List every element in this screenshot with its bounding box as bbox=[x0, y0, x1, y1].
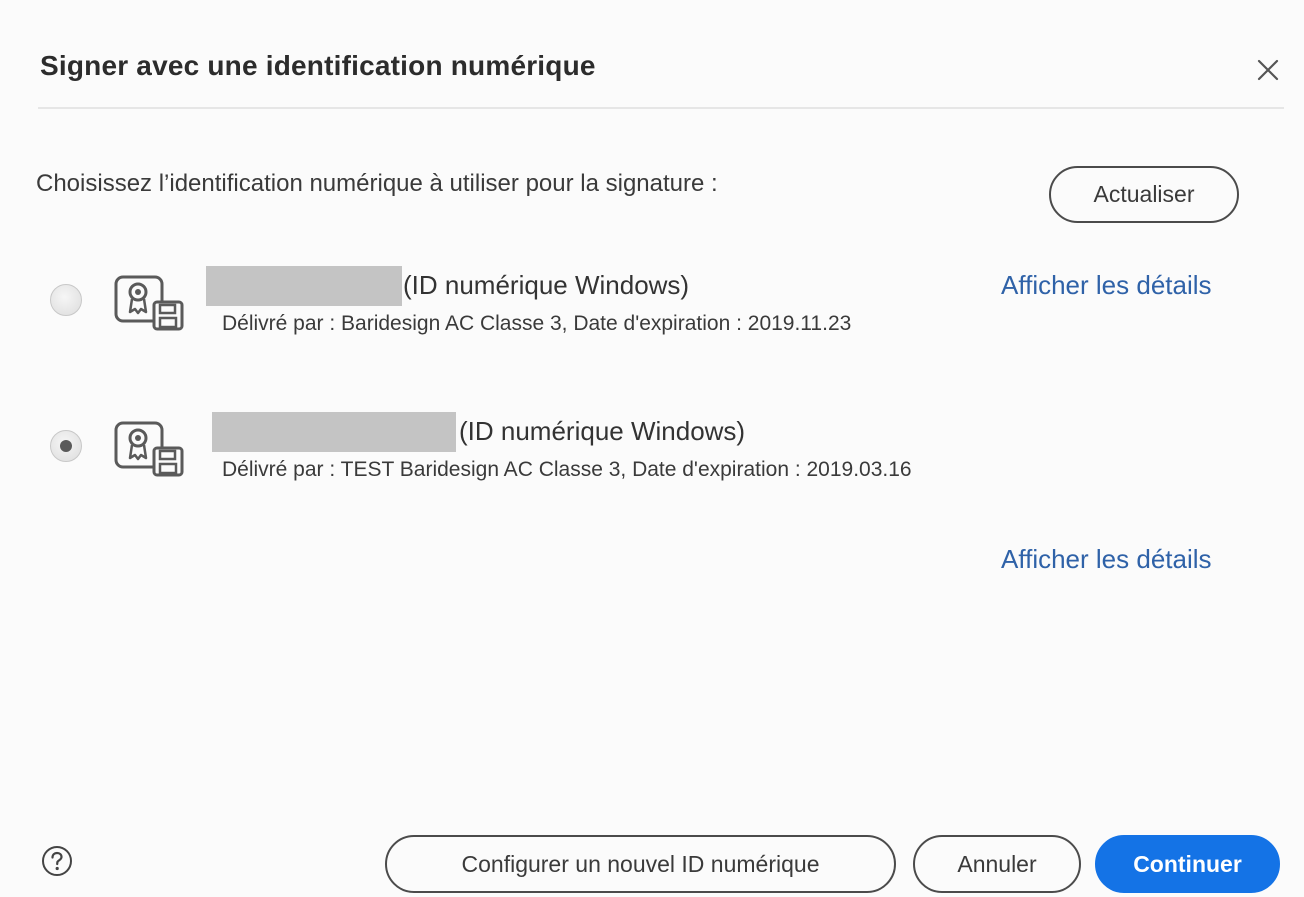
help-icon bbox=[42, 846, 72, 876]
configure-new-id-button[interactable]: Configurer un nouvel ID numérique bbox=[385, 835, 896, 893]
show-details-link-2[interactable]: Afficher les détails bbox=[1001, 544, 1212, 575]
show-details-link-1[interactable]: Afficher les détails bbox=[1001, 270, 1212, 301]
help-button[interactable] bbox=[41, 845, 73, 877]
id-radio-1[interactable] bbox=[50, 284, 82, 316]
title-divider bbox=[38, 107, 1284, 109]
choose-id-prompt: Choisissez l’identification numérique à … bbox=[36, 170, 718, 197]
sign-digital-id-dialog: Signer avec une identification numérique… bbox=[0, 0, 1304, 897]
close-button[interactable] bbox=[1250, 52, 1286, 88]
close-icon bbox=[1257, 59, 1279, 81]
certificate-icon bbox=[114, 275, 184, 331]
cancel-button[interactable]: Annuler bbox=[913, 835, 1081, 893]
id-radio-2[interactable] bbox=[50, 430, 82, 462]
refresh-button[interactable]: Actualiser bbox=[1049, 166, 1239, 223]
redacted-id-name bbox=[212, 412, 456, 452]
redacted-id-name bbox=[206, 266, 402, 306]
certificate-icon bbox=[114, 421, 184, 477]
continue-button[interactable]: Continuer bbox=[1095, 835, 1280, 893]
dialog-title: Signer avec une identification numérique bbox=[40, 50, 596, 81]
id-type-label: (ID numérique Windows) bbox=[403, 270, 690, 300]
id-issuer-line: Délivré par : Baridesign AC Classe 3, Da… bbox=[222, 312, 852, 335]
id-type-label: (ID numérique Windows) bbox=[459, 416, 746, 446]
id-issuer-line: Délivré par : TEST Baridesign AC Classe … bbox=[222, 458, 912, 481]
